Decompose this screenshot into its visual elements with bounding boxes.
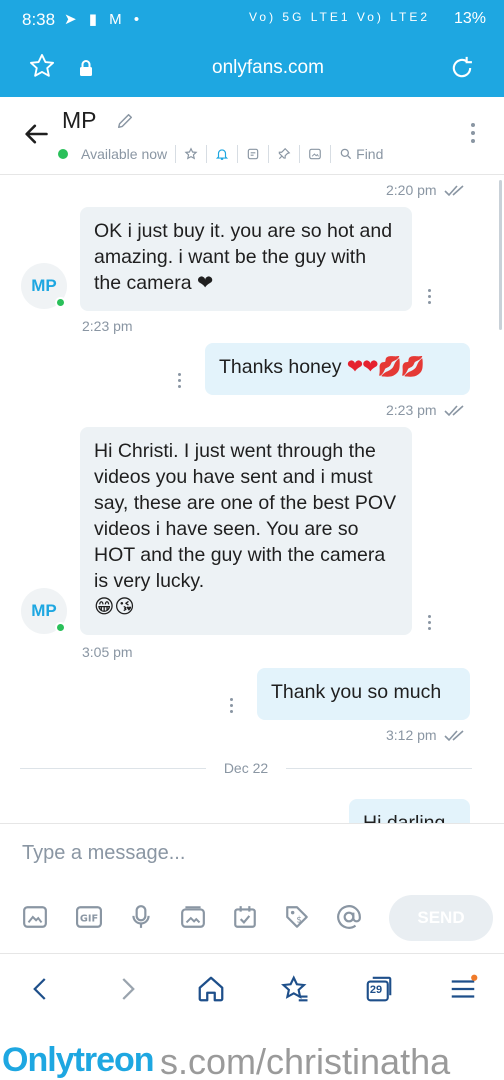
star-icon[interactable] — [184, 147, 198, 161]
notification-icons: ➤ ▮ M • — [64, 11, 144, 28]
mention-at-icon[interactable] — [336, 904, 362, 930]
status-time: 8:38 — [22, 10, 56, 29]
scrollbar[interactable] — [499, 180, 502, 330]
home-icon[interactable] — [196, 974, 226, 1004]
url-text[interactable]: onlyfans.com — [0, 57, 504, 79]
gif-icon[interactable]: GIF — [76, 904, 102, 930]
avatar[interactable]: MP — [21, 263, 67, 309]
date-divider: Dec 22 — [20, 758, 472, 778]
send-button[interactable]: SEND — [389, 895, 493, 941]
message-bubble-incoming[interactable]: Hi Christi. I just went through the vide… — [80, 427, 412, 635]
message-options-icon[interactable] — [427, 289, 431, 307]
emoji: 😁😘 — [94, 596, 135, 618]
read-ticks-icon — [444, 405, 465, 417]
back-arrow-icon[interactable] — [22, 120, 50, 148]
browser-bottom-nav: 29 — [0, 953, 504, 1035]
online-dot — [55, 297, 66, 308]
message-composer: Type a message... GIF $ SEND — [0, 823, 504, 953]
message-timestamp: 3:05 pm — [82, 644, 133, 660]
emoji: ❤❤💋💋 — [346, 356, 425, 378]
watermark-logo: Onlytreon — [2, 1041, 155, 1079]
browser-top-bar: 8:38 ➤ ▮ M • Vo) 5G LTE1 Vo) LTE2 13% on… — [0, 0, 504, 97]
price-tag-icon[interactable]: $ — [284, 904, 310, 930]
more-options-icon[interactable] — [470, 123, 476, 147]
message-bubble-outgoing[interactable]: Thank you so much — [257, 668, 470, 720]
url-bar[interactable]: onlyfans.com — [0, 42, 504, 94]
bell-icon[interactable] — [215, 147, 229, 161]
network-icons: Vo) 5G LTE1 Vo) LTE2 — [249, 10, 430, 24]
message-bubble-incoming[interactable]: OK i just buy it. you are so hot and ama… — [80, 207, 412, 311]
read-ticks-icon — [444, 730, 465, 742]
message-thread[interactable]: 2:20 pm MP OK i just buy it. you are so … — [0, 175, 504, 823]
date-divider-label: Dec 22 — [223, 760, 269, 776]
message-options-icon[interactable] — [177, 373, 181, 391]
message-timestamp: 2:23 pm — [82, 318, 133, 334]
presence-status: Available now — [81, 146, 168, 162]
chat-contact-name[interactable]: MP — [62, 107, 97, 134]
watermark-path: s.com/christinatha — [160, 1041, 451, 1080]
avatar[interactable]: MP — [21, 588, 67, 634]
microphone-icon[interactable] — [128, 904, 154, 930]
chat-header: MP Available now Find — [0, 97, 504, 175]
message-timestamp: 2:23 pm — [386, 402, 468, 418]
composer-toolbar: GIF $ — [22, 904, 382, 934]
message-bubble-outgoing[interactable]: Thanks honey ❤❤💋💋 — [205, 343, 470, 395]
battery-level: 13% — [453, 10, 486, 27]
watermark: s.com/christinatha Onlytreon — [0, 1035, 504, 1080]
status-bar: 8:38 ➤ ▮ M • Vo) 5G LTE1 Vo) LTE2 13% — [0, 0, 504, 40]
presence-toolbar: Available now Find — [58, 143, 383, 165]
bookmarks-icon[interactable] — [280, 974, 310, 1004]
forward-icon[interactable] — [112, 974, 142, 1004]
vault-media-icon[interactable] — [180, 904, 206, 930]
message-input[interactable]: Type a message... — [22, 842, 185, 865]
back-icon[interactable] — [26, 974, 56, 1004]
message-bubble-outgoing[interactable]: Hi darling — [349, 799, 470, 823]
schedule-calendar-icon[interactable] — [232, 904, 258, 930]
pin-icon[interactable] — [277, 147, 291, 161]
search-icon — [340, 148, 352, 160]
edit-pencil-icon[interactable] — [116, 112, 134, 130]
message-options-icon[interactable] — [427, 615, 431, 633]
find-label: Find — [356, 146, 384, 162]
tabs-count: 29 — [369, 984, 383, 996]
message-timestamp: 3:12 pm — [386, 727, 468, 743]
online-dot — [58, 149, 68, 159]
online-dot — [55, 622, 66, 633]
menu-icon[interactable] — [448, 974, 478, 1004]
message-options-icon[interactable] — [229, 698, 233, 716]
reload-icon[interactable] — [448, 54, 476, 82]
svg-text:$: $ — [296, 915, 302, 925]
image-icon[interactable] — [22, 904, 48, 930]
svg-text:GIF: GIF — [80, 913, 98, 924]
read-ticks-icon — [444, 185, 465, 197]
note-icon[interactable] — [246, 147, 260, 161]
message-timestamp: 2:20 pm — [386, 182, 468, 198]
find-button[interactable]: Find — [339, 146, 383, 162]
gallery-icon[interactable] — [308, 147, 322, 161]
